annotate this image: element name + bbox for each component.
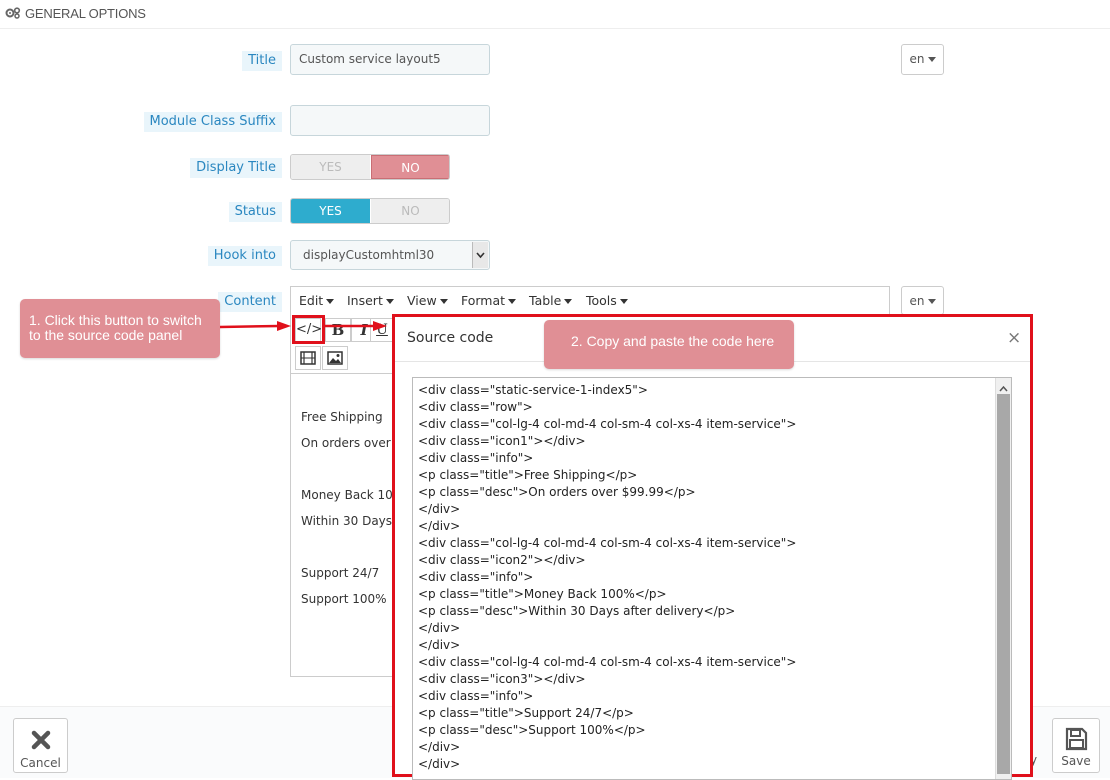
title-input[interactable]: Custom service layout5 xyxy=(290,44,490,75)
display-title-yes[interactable]: YES xyxy=(291,155,370,179)
callout-arrows xyxy=(219,321,387,331)
code-line: <div class="icon2"></div> xyxy=(418,553,586,567)
code-line: <div class="icon1"></div> xyxy=(418,434,586,448)
media-button[interactable] xyxy=(295,346,321,370)
film-icon xyxy=(300,351,316,369)
save-button[interactable]: Save xyxy=(1052,718,1100,773)
editor-body[interactable]: Free Shipping On orders over Money Back … xyxy=(290,373,402,677)
code-line: </div> xyxy=(418,519,461,533)
caret-down-icon xyxy=(564,299,573,304)
editor-line: Support 24/7 xyxy=(301,566,380,580)
code-line: <p class="desc">Within 30 Days after del… xyxy=(418,604,736,618)
code-line: </div> xyxy=(418,757,461,771)
close-icon xyxy=(14,729,67,754)
callout-step2: 2. Copy and paste the code here xyxy=(544,320,794,369)
code-line: <div class="info"> xyxy=(418,451,534,465)
content-lang-dropdown[interactable]: en xyxy=(901,286,944,315)
caret-down-icon xyxy=(619,299,628,304)
code-line: <p class="title">Support 24/7</p> xyxy=(418,706,634,720)
cancel-label: Cancel xyxy=(20,756,61,770)
title-lang-dropdown[interactable]: en xyxy=(901,44,944,75)
image-icon xyxy=(327,351,343,369)
select-arrow-icon xyxy=(472,242,488,268)
cancel-button[interactable]: Cancel xyxy=(13,718,68,773)
editor-line: Within 30 Days xyxy=(301,514,393,528)
menu-table[interactable]: Table xyxy=(529,293,573,308)
textarea-scrollbar[interactable] xyxy=(995,378,1011,779)
editor-line: Money Back 100 xyxy=(301,488,401,502)
image-button[interactable] xyxy=(322,346,348,370)
menu-format[interactable]: Format xyxy=(461,293,517,308)
menu-edit[interactable]: Edit xyxy=(299,293,335,308)
code-line: <div class="icon3"></div> xyxy=(418,672,586,686)
caret-down-icon xyxy=(927,299,936,304)
gears-icon xyxy=(5,7,21,22)
code-line: </div> xyxy=(418,740,461,754)
editor-line: Free Shipping xyxy=(301,410,383,424)
status-yes[interactable]: YES xyxy=(291,199,370,223)
callout-step2-text: 2. Copy and paste the code here xyxy=(571,333,775,349)
suffix-label: Module Class Suffix xyxy=(143,112,282,132)
menu-tools[interactable]: Tools xyxy=(586,293,628,308)
menu-view[interactable]: View xyxy=(407,293,448,308)
caret-down-icon xyxy=(927,57,936,62)
status-no[interactable]: NO xyxy=(371,199,449,223)
hook-label: Hook into xyxy=(207,246,282,266)
code-line: </div> xyxy=(418,638,461,652)
code-line: <div class="info"> xyxy=(418,689,534,703)
hook-label-wrap: Hook into xyxy=(0,246,282,266)
status-label: Status xyxy=(228,202,282,222)
content-lang-label: en xyxy=(909,294,925,308)
status-label-wrap: Status xyxy=(0,202,282,222)
modal-title: Source code xyxy=(407,330,494,346)
code-line: <p class="desc">Support 100%</p> xyxy=(418,723,646,737)
code-line: <p class="title">Free Shipping</p> xyxy=(418,468,638,482)
code-line: </div> xyxy=(418,502,461,516)
code-line: <div class="col-lg-4 col-md-4 col-sm-4 c… xyxy=(418,536,797,550)
callout-step1-text: 1. Click this button to switch to the so… xyxy=(29,312,202,343)
code-line: <div class="static-service-1-index5"> xyxy=(418,383,648,397)
panel-heading: GENERAL OPTIONS xyxy=(0,0,1110,29)
caret-down-icon xyxy=(326,299,335,304)
display-title-no[interactable]: NO xyxy=(371,155,449,179)
display-title-label: Display Title xyxy=(190,158,282,178)
save-label: Save xyxy=(1061,754,1091,768)
title-label-wrap: Title xyxy=(0,51,282,71)
title-label: Title xyxy=(242,51,282,71)
editor-line: On orders over xyxy=(301,436,391,450)
content-label: Content xyxy=(218,292,282,312)
code-line: <div class="row"> xyxy=(418,400,533,414)
code-line: <div class="col-lg-4 col-md-4 col-sm-4 c… xyxy=(418,417,797,431)
display-title-label-wrap: Display Title xyxy=(0,158,282,178)
module-class-suffix-input[interactable] xyxy=(290,105,490,136)
scrollbar-thumb[interactable] xyxy=(997,394,1010,774)
save-icon xyxy=(1053,727,1099,754)
code-line: <p class="desc">On orders over $99.99</p… xyxy=(418,485,696,499)
panel-title: GENERAL OPTIONS xyxy=(25,6,146,21)
menu-insert[interactable]: Insert xyxy=(347,293,394,308)
status-switch[interactable]: YES NO xyxy=(290,198,450,224)
source-code-modal: Source code × <div class="static-service… xyxy=(392,314,1033,780)
code-line: <p class="title">Money Back 100%</p> xyxy=(418,587,667,601)
caret-down-icon xyxy=(508,299,517,304)
editor-line: Support 100% xyxy=(301,592,387,606)
hook-select-value: displayCustomhtml30 xyxy=(303,248,435,262)
lang-label: en xyxy=(909,52,925,66)
source-code-textarea[interactable]: <div class="static-service-1-index5"> <di… xyxy=(412,377,1012,780)
code-line: </div> xyxy=(418,621,461,635)
caret-down-icon xyxy=(439,299,448,304)
display-title-switch[interactable]: YES NO xyxy=(290,154,450,180)
code-line: <div class="col-lg-4 col-md-4 col-sm-4 c… xyxy=(418,655,797,669)
code-line: <div class="info"> xyxy=(418,570,534,584)
caret-down-icon xyxy=(385,299,394,304)
hook-select[interactable]: displayCustomhtml30 xyxy=(290,240,490,270)
editor-menubar: Edit Insert View Format Table Tools xyxy=(290,286,890,315)
suffix-label-wrap: Module Class Suffix xyxy=(0,112,282,132)
callout-step1: 1. Click this button to switch to the so… xyxy=(20,299,220,358)
close-icon[interactable]: × xyxy=(1007,328,1021,348)
